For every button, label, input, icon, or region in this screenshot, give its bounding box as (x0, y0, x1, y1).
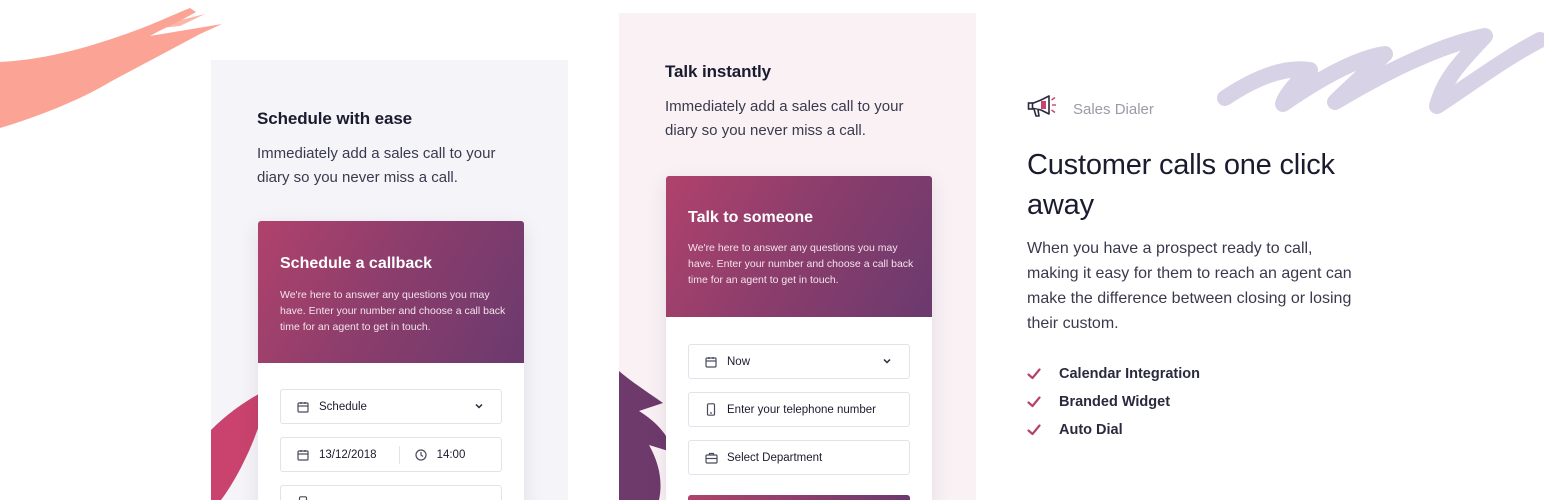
megaphone-icon (1027, 94, 1057, 125)
calendar-icon (296, 400, 310, 414)
phone-field-partial[interactable] (280, 485, 502, 500)
lavender-brush-stroke (1217, 28, 1544, 114)
panel-title: Talk instantly (665, 62, 771, 81)
field-divider (398, 445, 400, 464)
widget-header: Talk to someone We're here to answer any… (666, 176, 932, 317)
when-select[interactable]: Now (688, 344, 910, 379)
body-copy: When you have a prospect ready to call, … (1027, 240, 1352, 332)
phone-input-placeholder[interactable]: Enter your telephone number (727, 404, 876, 416)
phone-icon (704, 403, 718, 417)
chevron-down-icon[interactable] (473, 400, 485, 412)
feature-label: Branded Widget (1059, 394, 1171, 410)
check-icon (1027, 424, 1041, 436)
date-value[interactable]: 13/12/2018 (319, 449, 377, 461)
department-select[interactable]: Select Department (688, 440, 910, 475)
headline: Customer calls one click away (1027, 149, 1335, 221)
talk-widget: Talk to someone We're here to answer any… (666, 176, 932, 500)
feature-list: Calendar Integration Branded Widget Auto… (1027, 360, 1200, 444)
feature-label: Auto Dial (1059, 422, 1123, 438)
feature-item: Calendar Integration (1027, 360, 1200, 388)
panel-title: Schedule with ease (257, 109, 413, 128)
panel-description: Immediately add a sales call to your dia… (665, 98, 904, 139)
time-value[interactable]: 14:00 (437, 449, 466, 461)
chevron-down-icon[interactable] (881, 355, 893, 367)
schedule-select-value: Schedule (319, 400, 367, 413)
callback-widget: Schedule a callback We're here to answer… (258, 221, 524, 500)
phone-input[interactable]: Enter your telephone number (688, 392, 910, 427)
department-select-value: Select Department (727, 451, 823, 464)
check-icon (1027, 368, 1041, 380)
brand-name: Sales Dialer (1073, 101, 1154, 118)
brand: Sales Dialer (1027, 94, 1154, 125)
date-time-field[interactable]: 13/12/2018 14:00 (280, 437, 502, 472)
phone-icon (296, 496, 310, 500)
widget-header: Schedule a callback We're here to answer… (258, 221, 524, 363)
widget-description: We're here to answer any questions you m… (688, 242, 914, 286)
panel-description: Immediately add a sales call to your dia… (257, 145, 496, 186)
talk-panel: Talk instantly Immediately add a sales c… (619, 13, 976, 500)
widget-description: We're here to answer any questions you m… (280, 289, 506, 333)
widget-title: Talk to someone (688, 209, 814, 226)
schedule-panel: Schedule with ease Immediately add a sal… (211, 60, 568, 500)
calendar-icon (296, 448, 310, 462)
coral-brush-stroke (0, 8, 222, 128)
briefcase-icon (704, 451, 718, 465)
check-icon (1027, 396, 1041, 408)
when-select-value: Now (727, 355, 751, 368)
schedule-select[interactable]: Schedule (280, 389, 502, 424)
clock-icon (414, 448, 428, 462)
widget-title: Schedule a callback (280, 255, 433, 272)
feature-item: Auto Dial (1027, 416, 1200, 444)
feature-label: Calendar Integration (1059, 366, 1200, 382)
calendar-icon (704, 355, 718, 369)
submit-button-partial[interactable] (688, 495, 910, 500)
feature-item: Branded Widget (1027, 388, 1200, 416)
